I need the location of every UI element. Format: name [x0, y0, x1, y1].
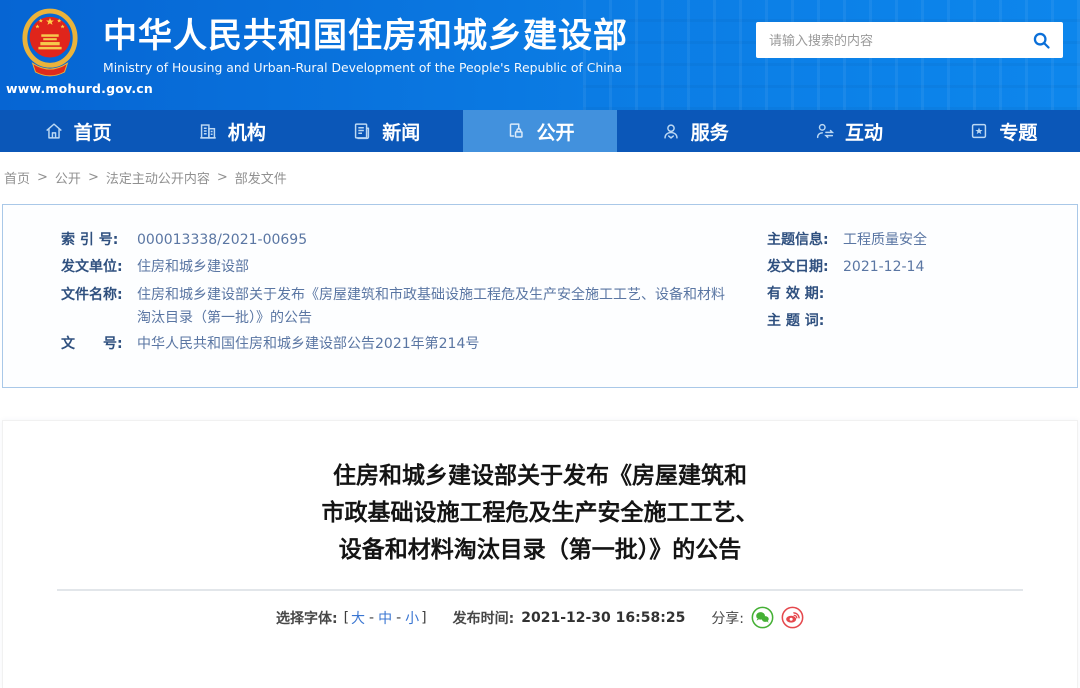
nav-tab-home[interactable]: 首页 [0, 110, 154, 152]
meta-value: 工程质量安全 [843, 230, 957, 250]
article-title-line: 市政基础设施工程危及生产安全施工工艺、 [3, 495, 1077, 532]
breadcrumb-public[interactable]: 公开 [55, 168, 81, 187]
breadcrumb-current-page: 部发文件 [235, 168, 287, 187]
home-icon [43, 120, 65, 142]
meta-label: 有 效 期: [767, 284, 843, 304]
nav-tab-label: 专题 [999, 118, 1037, 145]
meta-value: 2021-12-14 [843, 257, 954, 277]
meta-row-index-number: 索 引 号: 000013338/2021-00695 [61, 230, 767, 250]
breadcrumb-separator: > [88, 170, 99, 185]
meta-value [843, 284, 873, 304]
nav-tab-public[interactable]: 公开 [463, 110, 617, 152]
building-icon [197, 120, 219, 142]
breadcrumb-statutory-disclosure[interactable]: 法定主动公开内容 [106, 168, 210, 187]
meta-label: 索 引 号: [61, 230, 137, 250]
meta-label: 主题信息: [767, 230, 843, 250]
meta-value [843, 311, 873, 331]
meta-label: 文 号: [61, 334, 137, 354]
article-title-line: 住房和城乡建设部关于发布《房屋建筑和 [3, 458, 1077, 495]
meta-value: 住房和城乡建设部 [137, 257, 279, 277]
nav-tab-label: 新闻 [382, 118, 420, 145]
meta-row-issue-date: 发文日期: 2021-12-14 [767, 257, 1077, 277]
meta-label: 发文日期: [767, 257, 843, 277]
font-selector-open-bracket: [ [344, 610, 349, 626]
meta-row-subject-info: 主题信息: 工程质量安全 [767, 230, 1077, 250]
font-selector-close-bracket: ] [421, 610, 426, 626]
national-emblem-icon [21, 7, 79, 79]
person-icon [660, 120, 682, 142]
meta-label: 主 题 词: [767, 311, 843, 331]
article-title: 住房和城乡建设部关于发布《房屋建筑和 市政基础设施工程危及生产安全施工工艺、 设… [3, 458, 1077, 569]
nav-tab-label: 机构 [228, 118, 266, 145]
meta-row-validity-period: 有 效 期: [767, 284, 1077, 304]
nav-tab-interaction[interactable]: 互动 [771, 110, 925, 152]
meta-value: 住房和城乡建设部关于发布《房屋建筑和市政基础设施工程危及生产安全施工工艺、设备和… [137, 284, 767, 330]
nav-tab-label: 公开 [536, 118, 574, 145]
meta-row-document-number: 文 号: 中华人民共和国住房和城乡建设部公告2021年第214号 [61, 334, 767, 354]
font-selector-dash: - [396, 610, 401, 626]
nav-tab-news[interactable]: 新闻 [309, 110, 463, 152]
nav-tab-services[interactable]: 服务 [617, 110, 771, 152]
meta-label: 文件名称: [61, 284, 137, 330]
search-icon[interactable] [1030, 29, 1052, 51]
meta-value: 中华人民共和国住房和城乡建设部公告2021年第214号 [137, 334, 509, 354]
wechat-share-icon[interactable] [751, 606, 774, 629]
font-selector-dash: - [369, 610, 374, 626]
font-selector: [ 大 - 中 - 小 ] [344, 608, 427, 628]
font-size-medium-link[interactable]: 中 [378, 608, 392, 628]
meta-value: 000013338/2021-00695 [137, 230, 337, 250]
breadcrumb-separator: > [217, 170, 228, 185]
share-label: 分享: [711, 608, 744, 628]
publish-time-label: 发布时间: [453, 608, 515, 628]
main-nav: 首页 机构 新闻 公开 [0, 110, 1080, 152]
news-icon [351, 120, 373, 142]
publish-time-value: 2021-12-30 16:58:25 [521, 610, 685, 626]
search-input[interactable] [767, 32, 1030, 49]
nav-tab-topics[interactable]: 专题 [926, 110, 1080, 152]
interaction-arrows-icon [814, 120, 836, 142]
nav-tab-organization[interactable]: 机构 [154, 110, 308, 152]
document-meta-card: 索 引 号: 000013338/2021-00695 发文单位: 住房和城乡建… [2, 204, 1078, 388]
site-header: www.mohurd.gov.cn 中华人民共和国住房和城乡建设部 Minist… [0, 0, 1080, 110]
article-meta-bar: 选择字体: [ 大 - 中 - 小 ] 发布时间: 2021-12-30 16:… [3, 606, 1077, 629]
site-title: 中华人民共和国住房和城乡建设部 [103, 15, 628, 57]
article-title-line: 设备和材料淘汰目录（第一批）》的公告 [3, 532, 1077, 569]
site-url: www.mohurd.gov.cn [6, 81, 153, 96]
star-badge-icon [968, 120, 990, 142]
nav-tab-label: 互动 [845, 118, 883, 145]
breadcrumb-separator: > [37, 170, 48, 185]
weibo-share-icon[interactable] [781, 606, 804, 629]
search-box[interactable] [756, 22, 1063, 58]
font-selector-label: 选择字体: [276, 608, 338, 628]
title-divider [57, 589, 1023, 591]
meta-row-issuing-unit: 发文单位: 住房和城乡建设部 [61, 257, 767, 277]
nav-tab-label: 服务 [691, 118, 729, 145]
meta-row-document-name: 文件名称: 住房和城乡建设部关于发布《房屋建筑和市政基础设施工程危及生产安全施工… [61, 284, 767, 330]
font-size-large-link[interactable]: 大 [351, 608, 365, 628]
site-subtitle: Ministry of Housing and Urban-Rural Deve… [103, 60, 628, 75]
font-size-small-link[interactable]: 小 [405, 608, 419, 628]
nav-tab-label: 首页 [74, 118, 112, 145]
article-card: 住房和城乡建设部关于发布《房屋建筑和 市政基础设施工程危及生产安全施工工艺、 设… [2, 420, 1078, 688]
breadcrumb-home[interactable]: 首页 [4, 168, 30, 187]
document-lock-icon [505, 120, 527, 142]
breadcrumb: 首页 > 公开 > 法定主动公开内容 > 部发文件 [0, 152, 1080, 203]
meta-row-keywords: 主 题 词: [767, 311, 1077, 331]
meta-label: 发文单位: [61, 257, 137, 277]
